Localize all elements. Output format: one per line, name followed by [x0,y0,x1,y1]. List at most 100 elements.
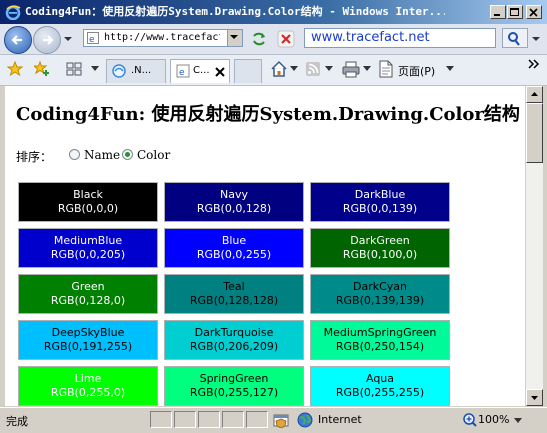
page-menu[interactable]: 页面(P) [398,63,435,79]
forward-button[interactable] [33,26,61,54]
print-icon[interactable] [342,60,360,78]
zoom-icon[interactable] [462,412,478,428]
color-rgb: RGB(0,0,139) [342,202,418,215]
sort-by-name-radio[interactable] [69,149,80,160]
color-swatch: Black RGB(0,0,0) [18,182,158,222]
color-name: DarkTurquoise [194,326,274,339]
color-swatch: Teal RGB(0,128,128) [164,274,304,314]
add-favorite-icon[interactable] [34,61,50,77]
title-bar: Coding4Fun：使用反射遍历System.Drawing.Color结构 … [0,0,547,24]
address-bar[interactable]: e http://www.tracefact [83,29,243,47]
color-rgb: RGB(0,255,127) [189,386,279,399]
color-swatch: MediumBlue RGB(0,0,205) [18,228,158,268]
scroll-down-icon [531,396,538,400]
quick-tabs-icon[interactable] [66,62,82,76]
color-name: Teal [223,280,245,293]
color-swatch: Green RGB(0,128,0) [18,274,158,314]
print-dropdown-icon[interactable] [363,66,371,72]
color-rgb: RGB(0,255,255) [335,386,425,399]
home-icon[interactable] [270,60,288,78]
color-swatch: DeepSkyBlue RGB(0,191,255) [18,320,158,360]
home-dropdown-icon[interactable] [290,66,298,72]
color-name: DeepSkyBlue [51,326,125,339]
zoom-dropdown-icon[interactable] [514,418,522,424]
page-content: Coding4Fun: 使用反射遍历System.Drawing.Color结构… [5,86,525,406]
chevron-right-icon[interactable] [528,59,540,69]
status-pane [246,411,268,428]
scroll-thumb[interactable] [526,103,543,163]
search-options-icon[interactable] [531,34,541,44]
color-rgb: RGB(0,0,0) [57,202,119,215]
color-name: Green [71,280,105,293]
security-zone-label: Internet [318,413,362,426]
color-name: Navy [220,188,248,201]
feeds-dropdown-icon[interactable] [325,66,333,72]
color-name: Black [73,188,103,201]
tab-list-dropdown-icon[interactable] [91,66,99,72]
color-swatch: MediumSpringGreen RGB(0,250,154) [310,320,450,360]
maximize-button[interactable] [507,5,523,19]
search-text: www.tracefact.net [311,30,430,45]
search-input[interactable]: www.tracefact.net [304,28,496,48]
search-button[interactable] [502,28,528,48]
scroll-up-button[interactable] [526,86,543,103]
color-swatch: SpringGreen RGB(0,255,127) [164,366,304,406]
tab-2[interactable]: e C... [170,59,230,83]
sort-by-color-radio[interactable] [122,149,133,160]
internet-zone-icon [297,412,313,428]
color-name: DarkBlue [354,188,406,201]
color-rgb: RGB(0,128,128) [189,294,279,307]
color-rgb: RGB(0,250,154) [335,340,425,353]
color-swatch: DarkBlue RGB(0,0,139) [310,182,450,222]
color-name: MediumSpringGreen [323,326,437,339]
back-button[interactable] [4,26,32,54]
stop-icon[interactable] [277,30,295,48]
feeds-icon[interactable] [305,61,321,77]
status-pane [198,411,220,428]
vertical-scrollbar[interactable] [525,86,543,406]
ie-logo-icon [5,5,21,20]
search-icon [508,32,520,46]
command-bar: .N... e C... 页面(P) [0,55,547,86]
tab-favicon-icon [112,64,126,78]
color-swatch: DarkCyan RGB(0,139,139) [310,274,450,314]
page-icon[interactable] [378,60,394,78]
close-window-button[interactable] [526,5,542,19]
status-pane [174,411,196,428]
svg-text:e: e [179,68,185,78]
navigation-bar: e http://www.tracefact www.tracefact.net [0,24,547,55]
protected-mode-icon[interactable] [273,412,289,428]
close-tab-icon[interactable] [215,67,225,77]
color-swatch: Navy RGB(0,0,128) [164,182,304,222]
history-dropdown-icon[interactable] [63,34,72,43]
color-name: SpringGreen [199,372,269,385]
page-dropdown-icon[interactable] [446,66,454,72]
minimize-button[interactable] [490,5,506,19]
color-rgb: RGB(0,206,209) [189,340,279,353]
zoom-level[interactable]: 100% [478,413,509,426]
tab-label: .N... [131,65,152,76]
color-name: DarkCyan [352,280,407,293]
color-swatch: DarkGreen RGB(0,100,0) [310,228,450,268]
window-title: Coding4Fun：使用反射遍历System.Drawing.Color结构 … [25,5,445,18]
status-pane [222,411,244,428]
tab-1[interactable]: .N... [106,59,166,83]
new-tab-button[interactable] [234,59,262,83]
color-rgb: RGB(0,0,128) [196,202,272,215]
scroll-down-button[interactable] [526,389,543,406]
color-rgb: RGB(0,255,0) [50,386,126,399]
favorites-star-icon[interactable] [7,61,23,77]
page-favicon-icon: e [87,32,99,44]
color-rgb: RGB(0,0,255) [196,248,272,261]
color-swatch: DarkTurquoise RGB(0,206,209) [164,320,304,360]
status-bar: 完成 Internet 100% [0,407,547,433]
color-name: DarkGreen [350,234,410,247]
back-arrow-icon [11,35,22,45]
color-swatch: Aqua RGB(0,255,255) [310,366,450,406]
color-swatch: Lime RGB(0,255,0) [18,366,158,406]
sort-by-name-label: Name [84,148,121,162]
color-name: Lime [74,372,102,385]
address-dropdown-button[interactable] [227,30,242,46]
refresh-icon[interactable] [250,30,268,48]
color-name: Blue [221,234,247,247]
